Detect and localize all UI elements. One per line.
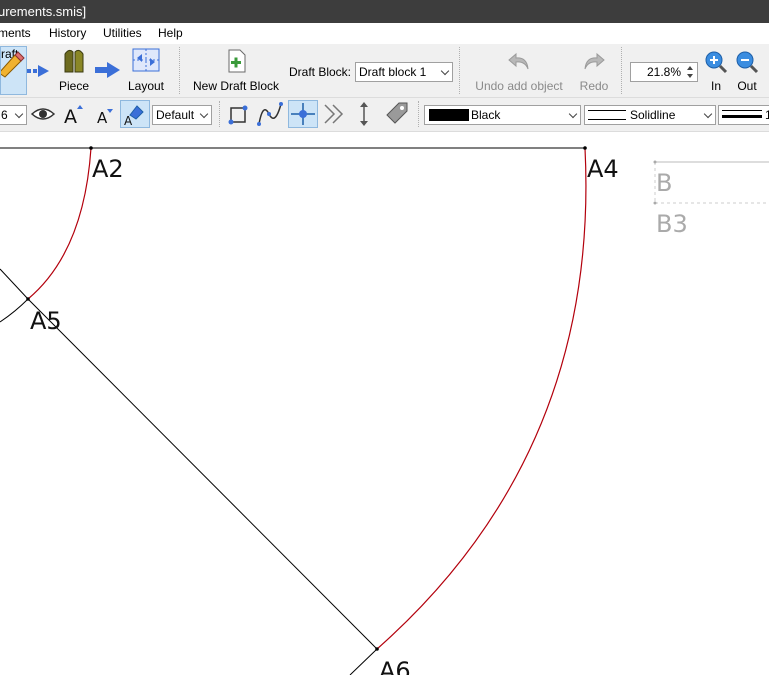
toolbar-separator [621, 47, 622, 94]
line-left-edge [0, 268, 29, 300]
main-toolbar: raft Piece Layout New Draft Block Draft … [0, 44, 769, 98]
zoom-spinbox[interactable]: 21.8% [630, 62, 698, 82]
new-draft-block-label: New Draft Block [192, 79, 280, 93]
line-color-value: Black [471, 108, 501, 122]
line-type-select[interactable]: Solidline [584, 105, 716, 125]
label-color-button[interactable]: A [120, 100, 150, 128]
pencil-icon [1, 51, 25, 78]
line-weight-swatch [722, 110, 762, 118]
spin-arrows-icon [687, 66, 693, 78]
drawing-canvas[interactable]: A2 A4 A5 A6 B B3 [0, 132, 769, 675]
point-a5-marker[interactable] [26, 297, 30, 301]
double-chevron-right-icon[interactable] [322, 103, 346, 125]
toolbar-separator [179, 47, 180, 94]
zoom-value: 21.8% [646, 65, 681, 79]
layout-label: Layout [127, 79, 165, 93]
menu-help[interactable]: Help [158, 26, 183, 40]
tool-options-toolbar: 6 A A A Default Black Solidline [0, 98, 769, 132]
line-a6-continuation [349, 648, 378, 675]
line-weight-select[interactable]: 1 [718, 105, 769, 125]
redo-label: Redo [579, 79, 609, 93]
point-label-a2: A2 [92, 155, 124, 183]
chevron-down-icon [440, 66, 450, 76]
point-b-marker[interactable] [653, 160, 657, 164]
menu-measurements[interactable]: ments [0, 26, 31, 40]
point-a6-marker[interactable] [375, 647, 379, 651]
undo-label: Undo add object [475, 79, 563, 93]
point-a4-marker[interactable] [583, 146, 587, 150]
redo-icon [584, 52, 605, 70]
menu-bar: ments History Utilities Help [0, 23, 769, 44]
point-label-a5: A5 [30, 307, 62, 335]
draft-block-label: Draft Block: [289, 65, 352, 79]
vertical-arrows-icon[interactable] [356, 102, 372, 126]
draft-block-value: Draft block 1 [359, 65, 427, 79]
font-decrease-icon[interactable]: A [96, 106, 116, 126]
color-swatch [429, 109, 469, 121]
arc-a4-a6 [376, 147, 587, 650]
font-style-value: Default [156, 108, 195, 122]
curve-icon[interactable] [257, 102, 283, 126]
font-increase-icon[interactable]: A [63, 103, 85, 125]
label-paint-icon: A [124, 105, 144, 128]
zoom-in-label: In [710, 79, 721, 93]
point-label-b3: B3 [656, 210, 688, 238]
line-color-select[interactable]: Black [424, 105, 581, 125]
zoom-out-label: Out [737, 79, 757, 93]
point-size-value: 6 [1, 108, 8, 122]
arrow-right-icon [95, 62, 120, 78]
point-tool-button[interactable] [288, 100, 318, 128]
eye-icon[interactable] [31, 106, 55, 122]
point-a2-marker[interactable] [89, 146, 93, 150]
zoom-in-button[interactable]: In [703, 48, 729, 93]
line-a5-a6 [27, 298, 378, 650]
rotate-node-icon[interactable] [228, 102, 252, 126]
layout-mode-button[interactable]: Layout [123, 48, 169, 93]
piece-mode-button[interactable]: Piece [55, 48, 93, 93]
point-label-a4: A4 [587, 155, 619, 183]
zoom-in-icon [705, 51, 728, 74]
redo-button[interactable]: Redo [576, 48, 612, 93]
svg-text:A: A [64, 106, 77, 125]
chevron-down-icon [568, 109, 578, 119]
new-file-icon [228, 49, 246, 73]
piece-icon [64, 49, 84, 73]
arc-continuation [0, 298, 29, 323]
undo-icon [508, 52, 529, 70]
title-bar: urements.smis] [0, 0, 769, 23]
crosshair-icon [291, 103, 315, 125]
point-size-select[interactable]: 6 [0, 105, 27, 125]
svg-text:A: A [97, 109, 108, 126]
layout-icon [132, 48, 160, 72]
toolbar-separator [418, 101, 419, 127]
zoom-out-icon [736, 51, 759, 74]
arrow-right-icon [27, 65, 49, 77]
chevron-down-icon [703, 109, 713, 119]
point-b3-marker[interactable] [653, 201, 657, 205]
toolbar-separator [219, 101, 220, 127]
chevron-down-icon [14, 109, 24, 119]
point-label-a6: A6 [379, 657, 411, 675]
point-label-b: B [656, 169, 672, 197]
new-draft-block-button[interactable]: New Draft Block [186, 48, 286, 93]
menu-history[interactable]: History [49, 26, 86, 40]
menu-utilities[interactable]: Utilities [103, 26, 142, 40]
tag-icon[interactable] [383, 101, 411, 127]
zoom-out-button[interactable]: Out [733, 48, 761, 93]
window-title: urements.smis] [0, 4, 87, 19]
arc-a2-a5 [27, 147, 92, 300]
draft-mode-button[interactable]: raft [0, 46, 27, 95]
draft-block-select[interactable]: Draft block 1 [355, 62, 453, 82]
undo-button[interactable]: Undo add object [468, 48, 570, 93]
font-style-select[interactable]: Default [152, 105, 212, 125]
piece-label: Piece [58, 79, 90, 93]
pattern-drawing: A2 A4 A5 A6 B B3 [0, 146, 769, 675]
line-weight-value: 1 [765, 108, 769, 122]
chevron-down-icon [199, 109, 209, 119]
line-type-value: Solidline [630, 108, 676, 122]
toolbar-separator [459, 47, 460, 94]
line-type-swatch [588, 110, 626, 120]
